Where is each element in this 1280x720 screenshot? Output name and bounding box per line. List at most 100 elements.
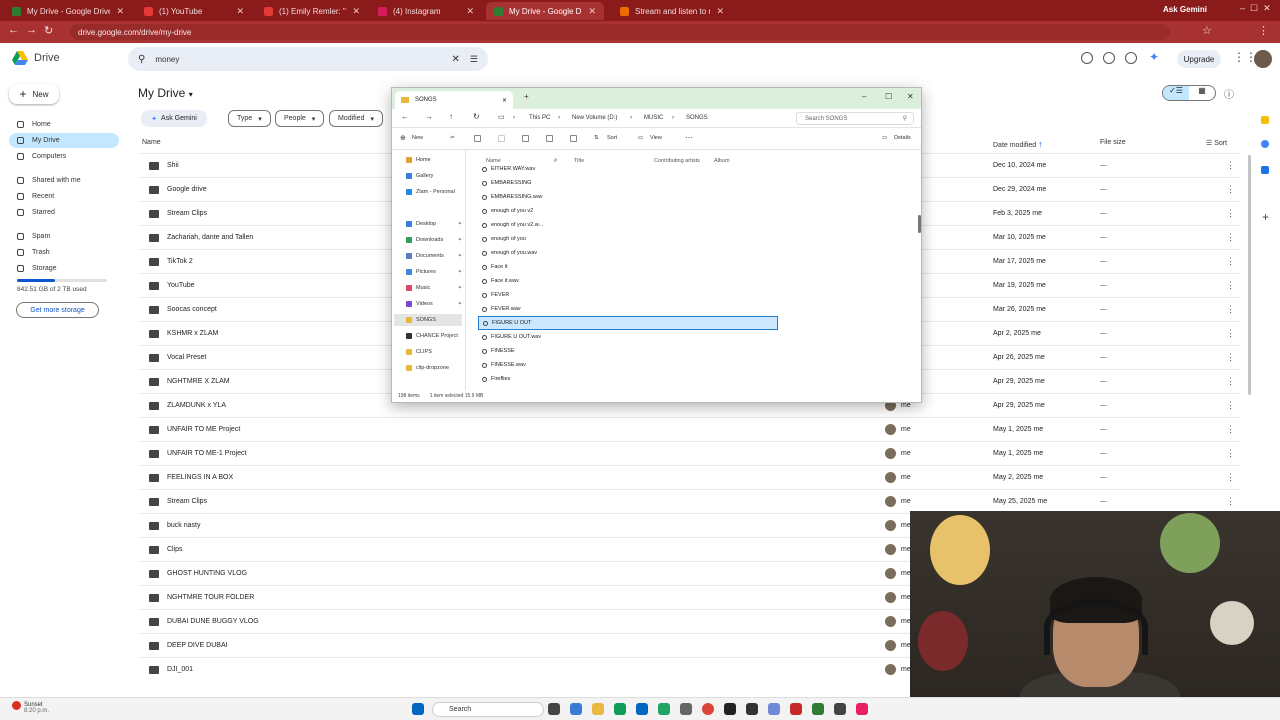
file-item[interactable]: FINESSE: [478, 344, 778, 358]
row-menu-icon[interactable]: ⋮: [1226, 160, 1235, 171]
nav-item[interactable]: CHANCE Project: [406, 330, 462, 342]
sort-button[interactable]: ☰ Sort: [1206, 139, 1227, 147]
gemini-spark-icon[interactable]: ✦: [1149, 50, 1159, 64]
breadcrumb-volume[interactable]: New Volume (D:): [572, 115, 617, 121]
reload-icon[interactable]: ↻: [44, 24, 53, 37]
bookmark-star-icon[interactable]: ☆: [1202, 24, 1212, 37]
close-tab-icon[interactable]: ✕: [588, 6, 596, 17]
app-icon[interactable]: [812, 703, 824, 715]
row-menu-icon[interactable]: ⋮: [1226, 496, 1235, 507]
maximize-icon[interactable]: ☐: [885, 92, 892, 101]
column-header-size[interactable]: File size: [1100, 139, 1126, 146]
forward-arrow-icon[interactable]: →: [425, 112, 433, 121]
close-tab-icon[interactable]: ✕: [466, 6, 474, 17]
start-icon[interactable]: [412, 703, 424, 715]
row-menu-icon[interactable]: ⋮: [1226, 232, 1235, 243]
store-icon[interactable]: [636, 703, 648, 715]
column-header-name[interactable]: Name: [142, 139, 161, 146]
view-menu-button[interactable]: View: [650, 135, 662, 141]
nav-item[interactable]: Music ✦: [406, 282, 462, 294]
file-explorer-window[interactable]: SONGS ✕ + – ☐ ✕ ← → ↑ ↻ ▭ › This PC › Ne…: [391, 87, 922, 403]
row-menu-icon[interactable]: ⋮: [1226, 352, 1235, 363]
row-menu-icon[interactable]: ⋮: [1226, 472, 1235, 483]
row-menu-icon[interactable]: ⋮: [1226, 256, 1235, 267]
close-tab-icon[interactable]: ✕: [116, 6, 124, 17]
file-item[interactable]: FEVER.wav: [478, 302, 778, 316]
browser-tab[interactable]: (4) Instagram ✕: [370, 2, 482, 20]
file-item[interactable]: FIGURE U OUT.wav: [478, 330, 778, 344]
search-input[interactable]: money: [155, 55, 441, 64]
get-more-storage-button[interactable]: Get more storage: [16, 302, 99, 318]
file-explorer-icon[interactable]: [592, 703, 604, 715]
taskbar-search-box[interactable]: Search: [432, 702, 544, 717]
vertical-scrollbar[interactable]: [1248, 155, 1251, 395]
search-options-icon[interactable]: ☰: [470, 54, 478, 65]
url-field[interactable]: drive.google.com/drive/my-drive: [70, 24, 1170, 40]
grid-view-icon[interactable]: ▦: [1189, 86, 1215, 100]
file-item[interactable]: FIGURE U OUT: [478, 316, 778, 330]
refresh-icon[interactable]: ↻: [473, 112, 480, 121]
nav-item[interactable]: Zlam - Personal: [406, 186, 462, 198]
list-view-icon[interactable]: ✓☰: [1163, 86, 1189, 100]
nav-item[interactable]: Documents ✦: [406, 250, 462, 262]
sidebar-item-trash[interactable]: Trash: [9, 245, 119, 260]
sort-menu-button[interactable]: Sort: [607, 135, 617, 141]
file-item[interactable]: Face it.wav: [478, 274, 778, 288]
new-button[interactable]: + New: [9, 84, 59, 104]
row-menu-icon[interactable]: ⋮: [1226, 280, 1235, 291]
file-item[interactable]: EMBARESSING: [478, 176, 778, 190]
help-icon[interactable]: [1103, 52, 1115, 64]
tasks-icon[interactable]: [1261, 166, 1269, 174]
app-icon[interactable]: [746, 703, 758, 715]
ask-gemini-button[interactable]: ✦ Ask Gemini: [141, 110, 207, 127]
browser-tab[interactable]: (1) YouTube ✕: [136, 2, 252, 20]
row-menu-icon[interactable]: ⋮: [1226, 208, 1235, 219]
forward-icon[interactable]: →: [26, 24, 37, 36]
file-item[interactable]: Fireflies: [478, 372, 778, 386]
app-icon[interactable]: [724, 703, 736, 715]
drive-logo[interactable]: Drive: [12, 51, 60, 65]
back-icon[interactable]: ←: [8, 24, 19, 36]
cut-icon[interactable]: ✂: [450, 135, 455, 141]
file-item[interactable]: FEVER: [478, 288, 778, 302]
nav-item[interactable]: Desktop ✦: [406, 218, 462, 230]
nav-item[interactable]: Downloads ✦: [406, 234, 462, 246]
filter-people-chip[interactable]: People ▾: [275, 110, 325, 127]
nav-item[interactable]: clip-dropzone: [406, 362, 462, 374]
info-icon[interactable]: ⓘ: [1224, 86, 1234, 101]
row-menu-icon[interactable]: ⋮: [1226, 424, 1235, 435]
calendar-icon[interactable]: [1261, 116, 1269, 124]
file-item[interactable]: enough of you v2.w...: [478, 218, 778, 232]
share-icon[interactable]: [546, 135, 553, 142]
explorer-scrollbar-thumb[interactable]: [918, 215, 921, 233]
app-icon[interactable]: [680, 703, 692, 715]
row-menu-icon[interactable]: ⋮: [1226, 376, 1235, 387]
browser-tab[interactable]: My Drive - Google Drive ✕: [486, 2, 604, 20]
sidebar-item-storage[interactable]: Storage: [9, 261, 119, 276]
close-tab-icon[interactable]: ✕: [716, 6, 724, 17]
page-title[interactable]: My Drive ▾: [138, 86, 193, 100]
table-row[interactable]: UNFAIR TO ME-1 Project me May 1, 2025 me — ⋮: [139, 441, 1241, 465]
row-menu-icon[interactable]: ⋮: [1226, 304, 1235, 315]
sidebar-item-home[interactable]: Home: [9, 117, 119, 132]
task-view-icon[interactable]: [548, 703, 560, 715]
nav-item[interactable]: Gallery: [406, 170, 462, 182]
table-row[interactable]: Stream Clips me May 25, 2025 me — ⋮: [139, 489, 1241, 513]
breadcrumb-songs[interactable]: SONGS: [686, 115, 708, 121]
close-window-icon[interactable]: ✕: [907, 92, 914, 101]
column-header-date[interactable]: Date modified ↑: [993, 139, 1043, 149]
file-item[interactable]: enough of you: [478, 232, 778, 246]
explorer-search-input[interactable]: Search SONGS ⚲: [796, 112, 914, 125]
row-menu-icon[interactable]: ⋮: [1226, 328, 1235, 339]
browser-tab[interactable]: Stream and listen to music onli ✕: [612, 2, 732, 20]
sidebar-item-my-drive[interactable]: My Drive: [9, 133, 119, 148]
row-menu-icon[interactable]: ⋮: [1226, 400, 1235, 411]
row-menu-icon[interactable]: ⋮: [1226, 448, 1235, 459]
offline-status-icon[interactable]: [1081, 52, 1093, 64]
close-tab-icon[interactable]: ✕: [352, 6, 360, 17]
ask-gemini-browser-button[interactable]: Ask Gemini: [1163, 5, 1207, 14]
menu-dots-icon[interactable]: ⋮: [1258, 24, 1269, 37]
drive-search-bar[interactable]: ⚲ money ✕ ☰: [128, 47, 488, 71]
breadcrumb-this-pc[interactable]: This PC: [529, 115, 550, 121]
app-icon[interactable]: [834, 703, 846, 715]
